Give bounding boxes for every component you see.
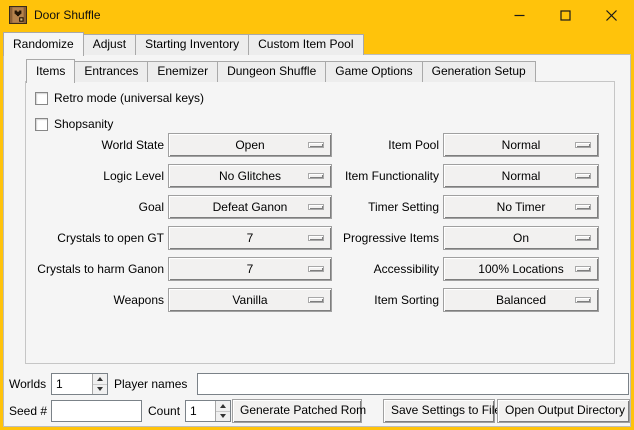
count-value[interactable]: 1: [186, 401, 215, 421]
window-title: Door Shuffle: [34, 8, 101, 22]
item-pool-label: Item Pool: [306, 133, 439, 157]
timer-setting-label: Timer Setting: [306, 195, 439, 219]
dropdown-indicator-icon: [575, 204, 591, 210]
world-state-value: Open: [235, 138, 264, 152]
main-tab-bar: Randomize Adjust Starting Inventory Cust…: [3, 31, 363, 55]
item-functionality-label: Item Functionality: [306, 164, 439, 188]
tab-starting-inventory[interactable]: Starting Inventory: [135, 34, 249, 55]
maximize-button[interactable]: [542, 0, 588, 30]
dropdown-indicator-icon: [575, 266, 591, 272]
settings-tab-bar: Items Entrances Enemizer Dungeon Shuffle…: [26, 58, 535, 82]
shopsanity-label: Shopsanity: [54, 117, 113, 131]
crystals-open-gt-label: Crystals to open GT: [26, 226, 164, 250]
tab-items[interactable]: Items: [26, 59, 75, 83]
goal-label: Goal: [26, 195, 164, 219]
item-functionality-dropdown[interactable]: Normal: [443, 164, 599, 188]
retro-mode-checkbox[interactable]: [35, 92, 48, 105]
progressive-items-label: Progressive Items: [306, 226, 439, 250]
item-sorting-label: Item Sorting: [306, 288, 439, 312]
save-settings-button[interactable]: Save Settings to File: [383, 399, 495, 423]
tab-adjust[interactable]: Adjust: [83, 34, 136, 55]
shopsanity-row: Shopsanity: [35, 115, 113, 133]
crystals-harm-ganon-value: 7: [247, 262, 254, 276]
tab-entrances[interactable]: Entrances: [74, 61, 148, 82]
close-icon: [606, 10, 617, 21]
items-page: Retro mode (universal keys) Shopsanity W…: [25, 81, 615, 364]
count-spinbox[interactable]: 1: [185, 400, 231, 422]
door-icon: [9, 6, 27, 24]
progressive-items-value: On: [513, 231, 529, 245]
tab-custom-item-pool[interactable]: Custom Item Pool: [248, 34, 363, 55]
tab-generation-setup[interactable]: Generation Setup: [422, 61, 536, 82]
seed-label: Seed #: [9, 400, 47, 422]
item-sorting-dropdown[interactable]: Balanced: [443, 288, 599, 312]
close-button[interactable]: [588, 0, 634, 30]
goal-value: Defeat Ganon: [213, 200, 288, 214]
minimize-icon: [514, 10, 525, 21]
worlds-spin-up-icon[interactable]: [93, 374, 107, 384]
open-output-directory-button[interactable]: Open Output Directory: [497, 399, 630, 423]
accessibility-value: 100% Locations: [478, 262, 563, 276]
tab-dungeon-shuffle[interactable]: Dungeon Shuffle: [217, 61, 326, 82]
dropdown-indicator-icon: [575, 235, 591, 241]
worlds-spin-arrows: [92, 374, 107, 394]
weapons-value: Vanilla: [232, 293, 267, 307]
tab-enemizer[interactable]: Enemizer: [147, 61, 218, 82]
crystals-harm-ganon-label: Crystals to harm Ganon: [26, 257, 164, 281]
dropdown-indicator-icon: [575, 142, 591, 148]
maximize-icon: [560, 10, 571, 21]
titlebar: Door Shuffle: [0, 0, 634, 30]
item-pool-dropdown[interactable]: Normal: [443, 133, 599, 157]
caption-buttons: [496, 0, 634, 30]
retro-mode-row: Retro mode (universal keys): [35, 89, 204, 107]
dropdown-indicator-icon: [575, 297, 591, 303]
crystals-open-gt-value: 7: [247, 231, 254, 245]
timer-setting-dropdown[interactable]: No Timer: [443, 195, 599, 219]
worlds-spinbox[interactable]: 1: [51, 373, 108, 395]
dropdown-indicator-icon: [575, 173, 591, 179]
app-window: Door Shuffle Randomize Adjust: [0, 0, 634, 430]
item-functionality-value: Normal: [502, 169, 541, 183]
player-names-label: Player names: [114, 373, 187, 395]
player-names-input[interactable]: [197, 373, 629, 395]
shopsanity-checkbox[interactable]: [35, 118, 48, 131]
logic-level-label: Logic Level: [26, 164, 164, 188]
count-spin-down-icon[interactable]: [216, 411, 230, 422]
tab-game-options[interactable]: Game Options: [325, 61, 422, 82]
generate-patched-rom-button[interactable]: Generate Patched Rom: [232, 399, 362, 423]
world-state-label: World State: [26, 133, 164, 157]
worlds-label: Worlds: [9, 373, 46, 395]
weapons-label: Weapons: [26, 288, 164, 312]
logic-level-value: No Glitches: [219, 169, 281, 183]
randomize-page: Items Entrances Enemizer Dungeon Shuffle…: [3, 54, 631, 427]
worlds-value[interactable]: 1: [52, 374, 92, 394]
worlds-spin-down-icon[interactable]: [93, 384, 107, 395]
timer-setting-value: No Timer: [497, 200, 546, 214]
retro-mode-label: Retro mode (universal keys): [54, 91, 204, 105]
item-sorting-value: Balanced: [496, 293, 546, 307]
accessibility-label: Accessibility: [306, 257, 439, 281]
item-pool-value: Normal: [502, 138, 541, 152]
tab-randomize[interactable]: Randomize: [3, 32, 84, 56]
accessibility-dropdown[interactable]: 100% Locations: [443, 257, 599, 281]
count-spin-arrows: [215, 401, 230, 421]
count-spin-up-icon[interactable]: [216, 401, 230, 411]
progressive-items-dropdown[interactable]: On: [443, 226, 599, 250]
seed-input[interactable]: [51, 400, 142, 422]
count-label: Count: [148, 400, 180, 422]
minimize-button[interactable]: [496, 0, 542, 30]
